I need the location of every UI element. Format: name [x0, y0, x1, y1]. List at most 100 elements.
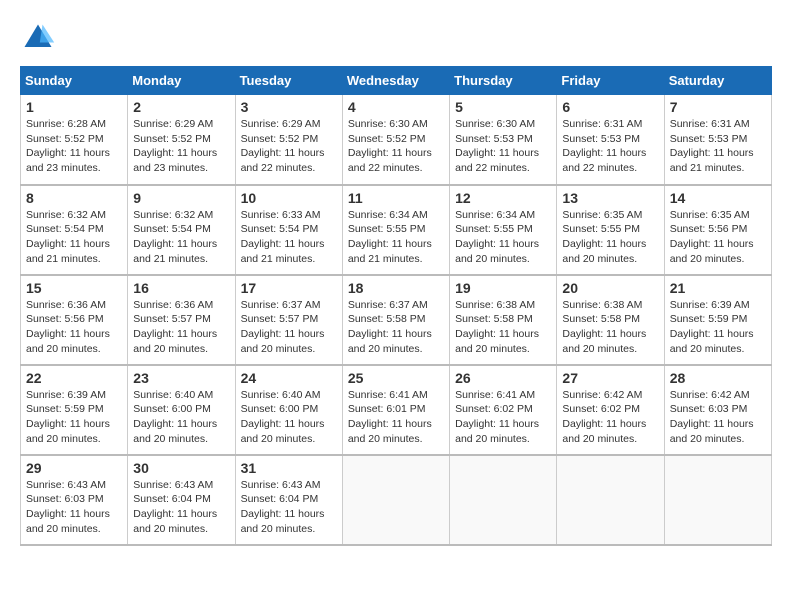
day-info: Sunrise: 6:41 AMSunset: 6:01 PMDaylight:… — [348, 388, 444, 447]
day-info: Sunrise: 6:35 AMSunset: 5:55 PMDaylight:… — [562, 208, 658, 267]
calendar-cell: 25 Sunrise: 6:41 AMSunset: 6:01 PMDayligh… — [342, 365, 449, 455]
day-info: Sunrise: 6:34 AMSunset: 5:55 PMDaylight:… — [455, 208, 551, 267]
calendar-cell: 8 Sunrise: 6:32 AMSunset: 5:54 PMDaylight… — [21, 185, 128, 275]
calendar-cell: 26 Sunrise: 6:41 AMSunset: 6:02 PMDayligh… — [450, 365, 557, 455]
day-number: 6 — [562, 99, 658, 115]
calendar-cell: 12Sunrise: 6:34 AMSunset: 5:55 PMDayligh… — [450, 185, 557, 275]
day-number: 2 — [133, 99, 229, 115]
day-number: 17 — [241, 280, 337, 296]
weekday-header-tuesday: Tuesday — [235, 67, 342, 95]
weekday-header-monday: Monday — [128, 67, 235, 95]
calendar-table: SundayMondayTuesdayWednesdayThursdayFrid… — [20, 66, 772, 546]
day-number: 21 — [670, 280, 766, 296]
day-number: 24 — [241, 370, 337, 386]
calendar-cell: 29 Sunrise: 6:43 AMSunset: 6:03 PMDayligh… — [21, 455, 128, 545]
day-number: 29 — [26, 460, 122, 476]
day-info: Sunrise: 6:30 AMSunset: 5:52 PMDaylight:… — [348, 117, 444, 176]
calendar-cell: 18 Sunrise: 6:37 AMSunset: 5:58 PMDayligh… — [342, 275, 449, 365]
day-info: Sunrise: 6:33 AMSunset: 5:54 PMDaylight:… — [241, 208, 337, 267]
day-info: Sunrise: 6:29 AMSunset: 5:52 PMDaylight:… — [133, 117, 229, 176]
day-number: 20 — [562, 280, 658, 296]
day-number: 27 — [562, 370, 658, 386]
calendar-cell: 19 Sunrise: 6:38 AMSunset: 5:58 PMDayligh… — [450, 275, 557, 365]
day-number: 15 — [26, 280, 122, 296]
calendar-cell: 23 Sunrise: 6:40 AMSunset: 6:00 PMDayligh… — [128, 365, 235, 455]
day-info: Sunrise: 6:43 AMSunset: 6:03 PMDaylight:… — [26, 478, 122, 537]
day-number: 14 — [670, 190, 766, 206]
day-number: 8 — [26, 190, 122, 206]
calendar-cell — [664, 455, 771, 545]
day-info: Sunrise: 6:30 AMSunset: 5:53 PMDaylight:… — [455, 117, 551, 176]
day-number: 25 — [348, 370, 444, 386]
weekday-header-friday: Friday — [557, 67, 664, 95]
day-info: Sunrise: 6:32 AMSunset: 5:54 PMDaylight:… — [133, 208, 229, 267]
day-info: Sunrise: 6:42 AMSunset: 6:02 PMDaylight:… — [562, 388, 658, 447]
calendar-cell: 10 Sunrise: 6:33 AMSunset: 5:54 PMDayligh… — [235, 185, 342, 275]
weekday-header-wednesday: Wednesday — [342, 67, 449, 95]
day-info: Sunrise: 6:39 AMSunset: 5:59 PMDaylight:… — [26, 388, 122, 447]
day-info: Sunrise: 6:40 AMSunset: 6:00 PMDaylight:… — [241, 388, 337, 447]
calendar-cell: 9 Sunrise: 6:32 AMSunset: 5:54 PMDaylight… — [128, 185, 235, 275]
day-info: Sunrise: 6:39 AMSunset: 5:59 PMDaylight:… — [670, 298, 766, 357]
header-row: SundayMondayTuesdayWednesdayThursdayFrid… — [21, 67, 772, 95]
day-number: 11 — [348, 190, 444, 206]
day-info: Sunrise: 6:41 AMSunset: 6:02 PMDaylight:… — [455, 388, 551, 447]
day-info: Sunrise: 6:43 AMSunset: 6:04 PMDaylight:… — [133, 478, 229, 537]
day-number: 28 — [670, 370, 766, 386]
calendar-cell: 13 Sunrise: 6:35 AMSunset: 5:55 PMDayligh… — [557, 185, 664, 275]
day-info: Sunrise: 6:28 AMSunset: 5:52 PMDaylight:… — [26, 117, 122, 176]
day-info: Sunrise: 6:37 AMSunset: 5:58 PMDaylight:… — [348, 298, 444, 357]
day-info: Sunrise: 6:34 AMSunset: 5:55 PMDaylight:… — [348, 208, 444, 267]
day-info: Sunrise: 6:37 AMSunset: 5:57 PMDaylight:… — [241, 298, 337, 357]
weekday-header-saturday: Saturday — [664, 67, 771, 95]
day-info: Sunrise: 6:31 AMSunset: 5:53 PMDaylight:… — [562, 117, 658, 176]
calendar-cell: 16Sunrise: 6:36 AMSunset: 5:57 PMDayligh… — [128, 275, 235, 365]
calendar-cell: 2 Sunrise: 6:29 AMSunset: 5:52 PMDaylight… — [128, 95, 235, 185]
day-number: 18 — [348, 280, 444, 296]
day-number: 9 — [133, 190, 229, 206]
day-number: 10 — [241, 190, 337, 206]
calendar-cell: 6 Sunrise: 6:31 AMSunset: 5:53 PMDaylight… — [557, 95, 664, 185]
calendar-cell: 24 Sunrise: 6:40 AMSunset: 6:00 PMDayligh… — [235, 365, 342, 455]
calendar-cell: 22Sunrise: 6:39 AMSunset: 5:59 PMDayligh… — [21, 365, 128, 455]
calendar-cell — [557, 455, 664, 545]
day-number: 31 — [241, 460, 337, 476]
calendar-cell: 17 Sunrise: 6:37 AMSunset: 5:57 PMDayligh… — [235, 275, 342, 365]
day-number: 13 — [562, 190, 658, 206]
day-info: Sunrise: 6:38 AMSunset: 5:58 PMDaylight:… — [455, 298, 551, 357]
week-row-5: 29 Sunrise: 6:43 AMSunset: 6:03 PMDayligh… — [21, 455, 772, 545]
day-info: Sunrise: 6:43 AMSunset: 6:04 PMDaylight:… — [241, 478, 337, 537]
logo — [20, 20, 62, 56]
calendar-cell: 20 Sunrise: 6:38 AMSunset: 5:58 PMDayligh… — [557, 275, 664, 365]
logo-icon — [20, 20, 56, 56]
day-info: Sunrise: 6:36 AMSunset: 5:56 PMDaylight:… — [26, 298, 122, 357]
calendar-cell — [450, 455, 557, 545]
calendar-cell: 31 Sunrise: 6:43 AMSunset: 6:04 PMDayligh… — [235, 455, 342, 545]
calendar-cell — [342, 455, 449, 545]
day-number: 1 — [26, 99, 122, 115]
day-number: 19 — [455, 280, 551, 296]
calendar-cell: 7 Sunrise: 6:31 AMSunset: 5:53 PMDaylight… — [664, 95, 771, 185]
page-header — [20, 20, 772, 56]
weekday-header-sunday: Sunday — [21, 67, 128, 95]
calendar-cell: 3Sunrise: 6:29 AMSunset: 5:52 PMDaylight… — [235, 95, 342, 185]
day-info: Sunrise: 6:31 AMSunset: 5:53 PMDaylight:… — [670, 117, 766, 176]
day-number: 4 — [348, 99, 444, 115]
calendar-cell: 4 Sunrise: 6:30 AMSunset: 5:52 PMDaylight… — [342, 95, 449, 185]
week-row-4: 22Sunrise: 6:39 AMSunset: 5:59 PMDayligh… — [21, 365, 772, 455]
day-number: 23 — [133, 370, 229, 386]
calendar-cell: 30Sunrise: 6:43 AMSunset: 6:04 PMDayligh… — [128, 455, 235, 545]
calendar-cell: 1 Sunrise: 6:28 AMSunset: 5:52 PMDaylight… — [21, 95, 128, 185]
day-info: Sunrise: 6:40 AMSunset: 6:00 PMDaylight:… — [133, 388, 229, 447]
day-info: Sunrise: 6:35 AMSunset: 5:56 PMDaylight:… — [670, 208, 766, 267]
day-number: 7 — [670, 99, 766, 115]
week-row-1: 1 Sunrise: 6:28 AMSunset: 5:52 PMDaylight… — [21, 95, 772, 185]
weekday-header-thursday: Thursday — [450, 67, 557, 95]
week-row-3: 15 Sunrise: 6:36 AMSunset: 5:56 PMDayligh… — [21, 275, 772, 365]
day-number: 26 — [455, 370, 551, 386]
calendar-cell: 28Sunrise: 6:42 AMSunset: 6:03 PMDayligh… — [664, 365, 771, 455]
day-info: Sunrise: 6:38 AMSunset: 5:58 PMDaylight:… — [562, 298, 658, 357]
calendar-cell: 11 Sunrise: 6:34 AMSunset: 5:55 PMDayligh… — [342, 185, 449, 275]
day-info: Sunrise: 6:32 AMSunset: 5:54 PMDaylight:… — [26, 208, 122, 267]
calendar-cell: 14 Sunrise: 6:35 AMSunset: 5:56 PMDayligh… — [664, 185, 771, 275]
